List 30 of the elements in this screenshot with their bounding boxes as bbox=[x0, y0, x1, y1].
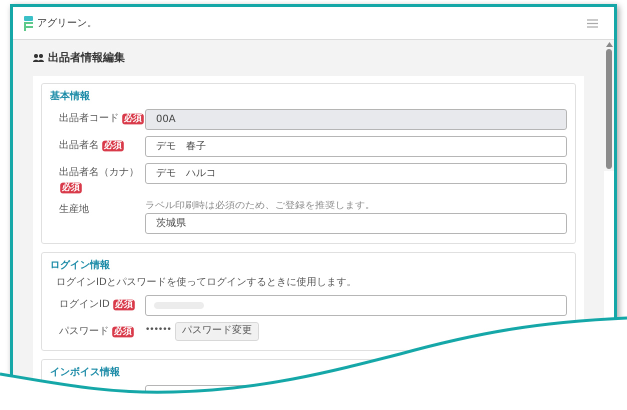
logo-icon bbox=[23, 16, 34, 30]
scrollbar-thumb[interactable] bbox=[606, 49, 612, 169]
required-badge: 必須 bbox=[112, 326, 134, 337]
section-title: ログイン情報 bbox=[50, 258, 111, 272]
required-badge: 必須 bbox=[102, 140, 124, 151]
text-input[interactable]: 茨城県 bbox=[145, 212, 567, 234]
masked-password: •••••• bbox=[145, 324, 171, 338]
field-label: パスワード bbox=[59, 324, 109, 338]
logo-text: アグリーン。 bbox=[37, 16, 97, 30]
page-title: 出品者情報編集 bbox=[48, 50, 125, 66]
menu-icon[interactable] bbox=[587, 18, 598, 28]
field-label: 出品者名（カナ） bbox=[59, 166, 139, 180]
section-title: インボイス情報 bbox=[50, 366, 121, 380]
section-title: 基本情報 bbox=[50, 90, 91, 104]
text-input[interactable]: デモ ハルコ bbox=[145, 162, 567, 184]
field-label: ログインID bbox=[59, 298, 110, 312]
section-description: ログインIDとパスワードを使ってログインするときに使用します。 bbox=[55, 276, 358, 290]
field-label: 出品者コード bbox=[59, 112, 119, 126]
input-field[interactable] bbox=[145, 294, 567, 316]
field-label: 生産地 bbox=[59, 202, 89, 216]
scrollbar[interactable] bbox=[604, 40, 614, 171]
required-badge: 必須 bbox=[112, 299, 134, 310]
required-badge: 必須 bbox=[122, 113, 144, 124]
hint-text: ラベル印刷時は必須のため、ご登録を推奨します。 bbox=[145, 200, 376, 211]
field-label: 出品者名 bbox=[59, 138, 99, 152]
scroll-up-icon[interactable] bbox=[606, 42, 612, 47]
text-input[interactable]: デモ 春子 bbox=[145, 136, 567, 156]
users-icon bbox=[33, 54, 44, 62]
required-badge: 必須 bbox=[60, 182, 82, 193]
change-password-button[interactable]: パスワード変更 bbox=[174, 322, 259, 340]
